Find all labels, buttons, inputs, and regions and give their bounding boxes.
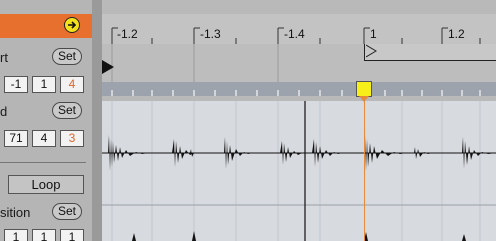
position-label: sition <box>0 205 31 220</box>
waveform-area[interactable] <box>102 101 496 241</box>
ruler-label: 1.2 <box>448 27 465 41</box>
warp-marker-pointer <box>359 96 369 102</box>
position-bar-field[interactable]: 1 <box>4 229 28 241</box>
playhead-line <box>364 96 365 241</box>
end-label: d <box>0 104 8 119</box>
position-beat-field[interactable]: 1 <box>32 229 56 241</box>
warp-marker-icon[interactable] <box>356 81 372 97</box>
end-bar-field[interactable]: 71 <box>4 130 28 147</box>
ruler-label: 1 <box>370 27 377 41</box>
start-set-button[interactable]: Set <box>52 48 82 65</box>
end-set-button[interactable]: Set <box>52 102 82 119</box>
strip-ticks <box>111 90 481 96</box>
end-beat-field[interactable]: 4 <box>32 130 56 147</box>
position-set-button[interactable]: Set <box>52 203 82 220</box>
start-label: rt <box>0 50 8 65</box>
start-beat-field[interactable]: 1 <box>32 76 56 93</box>
hotswap-button[interactable] <box>64 17 80 33</box>
sample-editor[interactable]: -1.2 -1.3 -1.4 1 1.2 <box>102 0 496 241</box>
ruler-label: -1.4 <box>284 27 305 41</box>
loop-button[interactable]: Loop <box>8 175 84 194</box>
ruler-label: -1.3 <box>200 27 221 41</box>
start-sixteenth-field[interactable]: 4 <box>60 76 84 93</box>
start-bar-field[interactable]: -1 <box>4 76 28 93</box>
clip-sample-panel: rt Set -1 1 4 d Set 71 4 3 Loop sition S… <box>0 0 92 241</box>
arrow-right-icon <box>68 21 77 29</box>
loop-start-triangle-icon <box>366 44 377 58</box>
start-marker-icon[interactable] <box>102 60 114 74</box>
end-sixteenth-field[interactable]: 3 <box>60 130 84 147</box>
loop-brace[interactable] <box>364 44 496 61</box>
waveform <box>102 101 496 241</box>
position-sixteenth-field[interactable]: 1 <box>60 229 84 241</box>
panel-header <box>0 14 92 38</box>
warp-marker-strip[interactable] <box>102 82 496 96</box>
panel-separator <box>92 0 102 241</box>
panel-divider <box>0 162 86 163</box>
ruler-label: -1.2 <box>117 27 138 41</box>
